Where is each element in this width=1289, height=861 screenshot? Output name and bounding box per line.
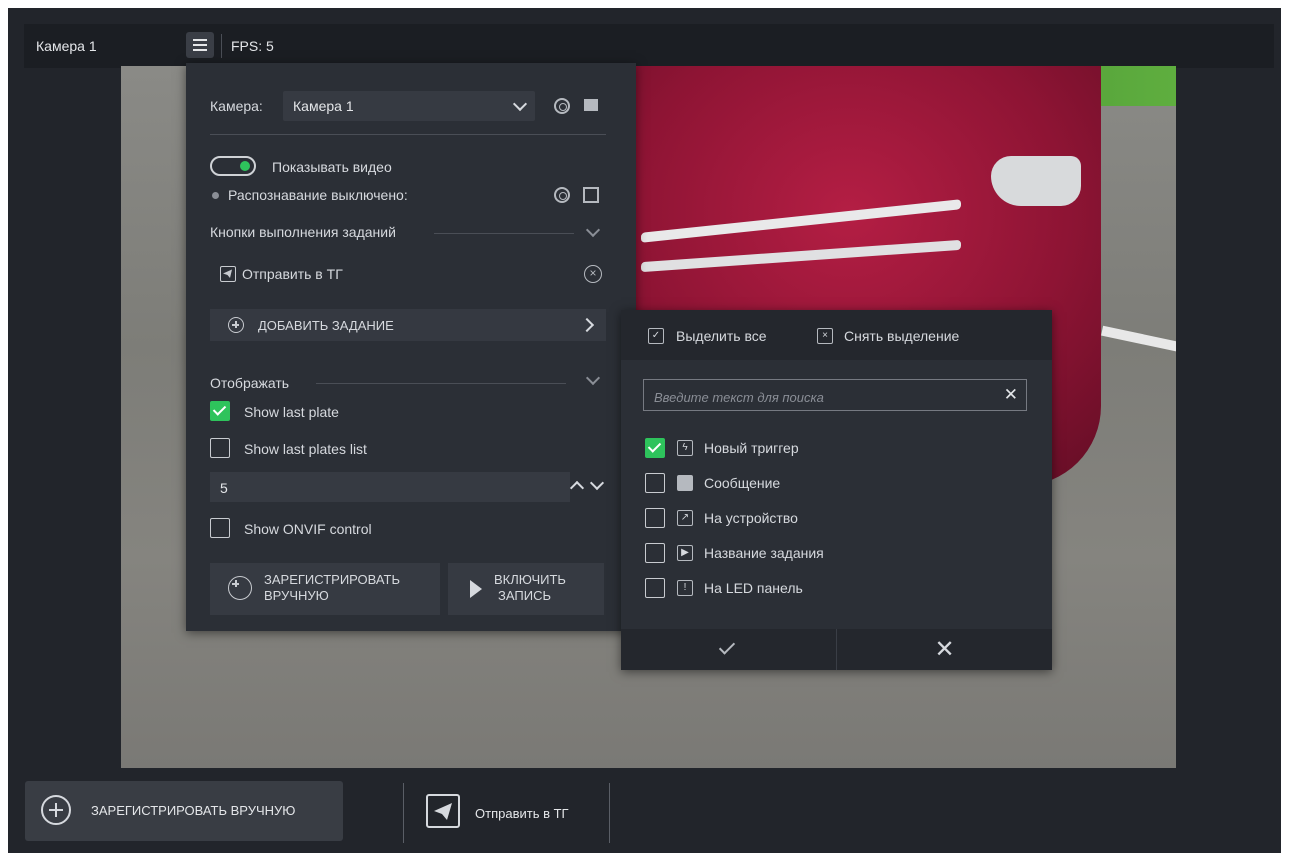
task-buttons-header: Кнопки выполнения заданий [210,224,396,240]
task-label: На LED панель [704,580,803,596]
confirm-check-icon[interactable] [621,629,837,670]
register-line1: ЗАРЕГИСТРИРОВАТЬ [264,572,401,587]
divider [210,134,606,135]
exclamation-icon: ! [677,580,693,596]
plates-count-value: 5 [220,480,228,496]
task-picker-footer: ✕ [621,629,1052,670]
task-search-field[interactable]: ✕ [643,379,1027,411]
register-manually-label: ЗАРЕГИСТРИРОВАТЬ ВРУЧНУЮ [91,803,296,818]
chevron-right-icon [579,317,595,333]
arrow-up-right-icon: ↗ [677,510,693,526]
telegram-task-icon [220,266,236,282]
decrement-icon[interactable] [589,475,605,491]
register-manually-button[interactable]: ЗАРЕГИСТРИРОВАТЬ ВРУЧНУЮ [25,781,343,841]
collapse-chevron-icon[interactable] [585,222,601,238]
play-icon [470,580,482,598]
task-label: На устройство [704,510,798,526]
show-onvif-label: Show ONVIF control [244,521,372,537]
task-checkbox-task-name[interactable] [645,543,665,563]
task-checkbox-device[interactable] [645,508,665,528]
register-manually-panel-button[interactable]: ЗАРЕГИСТРИРОВАТЬ ВРУЧНУЮ [210,563,440,615]
record-line1: ВКЛЮЧИТЬ [494,572,566,587]
camera-select-label: Камера: [210,98,263,114]
display-header: Отображать [210,375,290,391]
show-video-toggle[interactable] [210,156,256,176]
show-last-plates-list-checkbox[interactable] [210,438,230,458]
deselect-all-icon: × [817,328,833,344]
task-item-label: Отправить в ТГ [242,266,343,282]
task-search-input[interactable] [652,386,996,408]
camera-title: Камера 1 [36,38,97,54]
play-icon: ▶ [677,545,693,561]
hamburger-menu-icon[interactable] [186,32,214,58]
telegram-send-icon[interactable] [426,794,460,828]
divider [434,233,574,234]
task-picker-popup: ✓ Выделить все × Снять выделение ✕ ϟ Нов… [621,310,1052,670]
deselect-all-button[interactable]: Снять выделение [844,328,959,344]
divider [221,34,222,58]
add-task-button[interactable]: ДОБАВИТЬ ЗАДАНИЕ [210,309,606,341]
collapse-chevron-icon[interactable] [585,370,601,386]
show-last-plate-checkbox[interactable] [210,401,230,421]
lightning-icon: ϟ [677,440,693,456]
add-task-label: ДОБАВИТЬ ЗАДАНИЕ [258,318,394,333]
clear-search-icon[interactable]: ✕ [1004,385,1018,405]
task-checkbox-led-panel[interactable] [645,578,665,598]
increment-icon[interactable] [569,480,585,496]
recognition-frame-icon[interactable] [583,187,599,203]
camera-topbar: Камера 1 FPS: 5 [24,24,1274,68]
enable-recording-button[interactable]: ВКЛЮЧИТЬ ЗАПИСЬ [448,563,604,615]
plus-circle-icon [228,576,252,600]
camera-settings-gear-icon[interactable] [554,98,570,114]
send-tg-button-label[interactable]: Отправить в ТГ [475,806,569,821]
show-last-plate-label: Show last plate [244,404,339,420]
record-line2: ЗАПИСЬ [498,588,551,603]
app-window: Камера 1 FPS: 5 ЗАРЕГИСТРИРОВАТЬ ВРУЧНУЮ… [8,8,1281,853]
cancel-x-icon[interactable]: ✕ [837,629,1052,670]
divider [609,783,610,843]
task-label: Новый триггер [704,440,799,456]
plates-count-input[interactable]: 5 [210,472,570,502]
task-checkbox-new-trigger[interactable] [645,438,665,458]
chevron-down-icon [512,96,528,112]
plus-circle-icon [41,795,71,825]
task-checkbox-message[interactable] [645,473,665,493]
envelope-icon [677,475,693,491]
task-picker-header: ✓ Выделить все × Снять выделение [621,310,1052,360]
select-all-icon: ✓ [648,328,664,344]
camera-select-value: Камера 1 [293,98,354,114]
task-label: Название задания [704,545,824,561]
fps-readout: FPS: 5 [231,38,274,54]
select-all-button[interactable]: Выделить все [676,328,767,344]
camera-settings-panel: Камера: Камера 1 Показывать видео Распоз… [186,63,636,631]
show-onvif-checkbox[interactable] [210,518,230,538]
task-label: Сообщение [704,475,781,491]
divider [316,383,566,384]
divider [403,783,404,843]
show-video-label: Показывать видео [272,159,392,175]
recognition-status: Распознавание выключено: [228,187,408,203]
register-line2: ВРУЧНУЮ [264,588,329,603]
video-camera-icon[interactable] [584,99,598,111]
camera-select[interactable]: Камера 1 [283,91,535,121]
show-last-plates-list-label: Show last plates list [244,441,367,457]
recognition-gear-icon[interactable] [554,187,570,203]
status-dot [212,192,219,199]
plus-circle-icon [228,317,244,333]
remove-task-icon[interactable]: × [584,265,602,283]
